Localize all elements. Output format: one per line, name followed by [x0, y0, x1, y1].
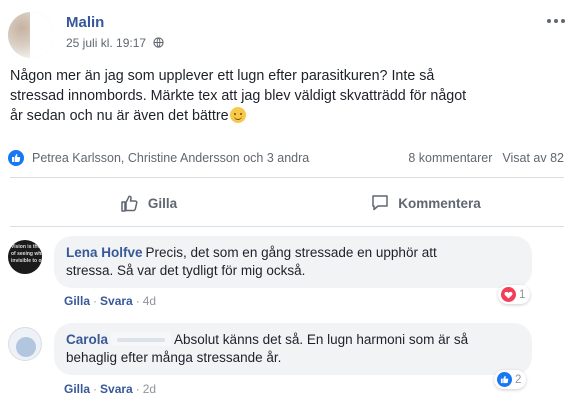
comment: Vision is the a of seeing what is invisi… [8, 236, 564, 312]
more-options-icon[interactable] [546, 16, 566, 26]
like-icon [497, 372, 512, 387]
like-reaction-icon[interactable] [8, 150, 24, 166]
commenter-avatar[interactable] [8, 327, 42, 361]
redacted-surname [111, 15, 203, 32]
divider [10, 177, 564, 178]
divider [10, 226, 564, 227]
post-text-line: stressad innombords. Märkte tex att jag … [10, 88, 467, 104]
comment-text: behaglig efter många stressande år. [66, 350, 282, 365]
views-count[interactable]: Visat av 82 [502, 151, 564, 165]
smiling-emoji-icon [229, 107, 246, 123]
comment-author[interactable]: Carola [66, 332, 108, 347]
globe-icon [153, 37, 165, 48]
comment: Carola Absolut känns det så. En lugn harm… [8, 323, 564, 403]
author-name[interactable]: Malin [66, 14, 104, 31]
comment-bubble: Lena Holfve Precis, det som en gång stres… [54, 236, 532, 288]
post-body: Någon mer än jag som upplever ett lugn e… [10, 66, 565, 126]
thumbs-up-icon [121, 195, 138, 212]
comment-actions: Gilla · Svara · 2d [64, 382, 157, 396]
commenter-avatar[interactable]: Vision is the a of seeing what is invisi… [8, 240, 42, 274]
comment-bubble-icon [372, 195, 388, 211]
author-avatar[interactable] [8, 12, 54, 58]
comment-like-link[interactable]: Gilla [64, 294, 90, 308]
comment-bubble: Carola Absolut känns det så. En lugn harm… [54, 323, 532, 375]
comments-count[interactable]: 8 kommentarer [408, 151, 492, 165]
post-actions: Gilla Kommentera [10, 184, 564, 222]
heart-icon [501, 287, 516, 302]
comment-reply-link[interactable]: Svara [100, 294, 133, 308]
comment-reaction-badge[interactable]: 1 [498, 285, 531, 304]
comment-actions: Gilla · Svara · 4d [64, 294, 157, 308]
like-button[interactable]: Gilla [10, 184, 287, 222]
comment-text: Precis, det som en gång stressade en upp… [145, 245, 437, 260]
comment-button[interactable]: Kommentera [287, 184, 564, 222]
comment-time[interactable]: 2d [143, 382, 156, 396]
post-text-line: Någon mer än jag som upplever ett lugn e… [10, 68, 435, 84]
comment-reaction-badge[interactable]: 2 [494, 370, 527, 389]
redacted-surname [111, 332, 172, 346]
reactors-list[interactable]: Petrea Karlsson, Christine Andersson och… [32, 151, 309, 165]
comment-text: stressa. Så var det tydligt för mig ocks… [66, 263, 306, 278]
comment-reply-link[interactable]: Svara [100, 382, 133, 396]
comment-like-link[interactable]: Gilla [64, 382, 90, 396]
comment-author[interactable]: Lena Holfve [66, 245, 143, 260]
comment-time[interactable]: 4d [143, 294, 156, 308]
post-header: Malin 25 juli kl. 19:17 [8, 6, 568, 58]
reactions-summary: Petrea Karlsson, Christine Andersson och… [8, 148, 564, 168]
post-timestamp[interactable]: 25 juli kl. 19:17 [66, 36, 165, 50]
post-text-line: år sedan och nu är även det bättre [10, 106, 565, 126]
comment-text: Absolut känns det så. En lugn harmoni so… [174, 332, 469, 347]
